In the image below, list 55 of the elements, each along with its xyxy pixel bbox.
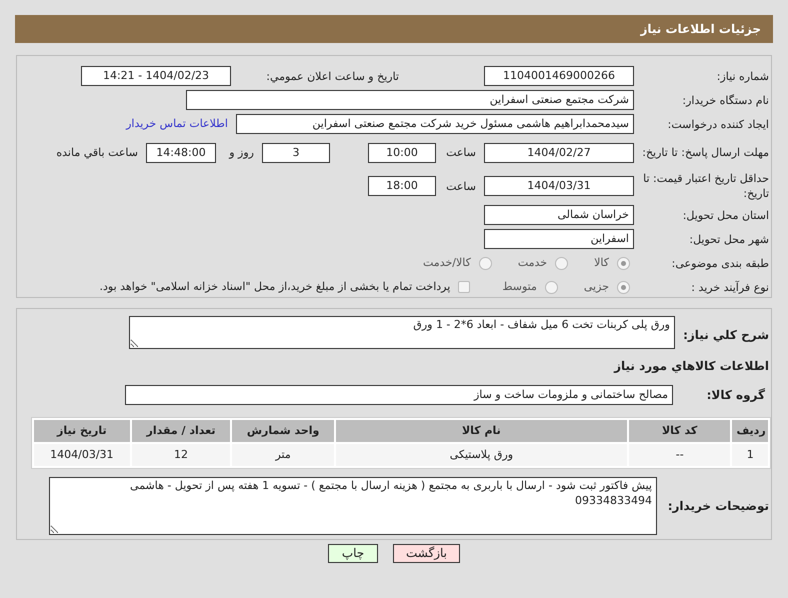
field-label: شماره نیاز: (716, 68, 769, 84)
text-field[interactable]: 1404/02/23 - 14:21 (81, 66, 231, 86)
buyer-notes-box[interactable]: پیش فاکتور ثبت شود - ارسال با باربری به مجتمع ( هزینه ارسال با مجتمع ) - تسویه 1 هفته پس از تحویل - هاشمی 09334833494 (49, 477, 657, 535)
field-label: ساعت (445, 145, 476, 160)
print-button[interactable]: چاپ (328, 544, 378, 563)
section-heading: اطلاعات كالاهاي مورد نياز (612, 358, 769, 375)
table-cell: 1404/03/31 (34, 444, 130, 466)
text-field[interactable]: 18:00 (368, 176, 436, 196)
option-label: خدمت (518, 254, 548, 271)
option-label: جزیی (584, 278, 609, 295)
field-label: روز و (228, 145, 254, 160)
text-field[interactable]: سیدمحمدابراهیم هاشمی مسئول خرید شرکت مجتمع صنعتی اسفراین (236, 114, 634, 134)
table-cell: 12 (132, 444, 230, 466)
option-label: متوسط (502, 278, 537, 295)
column-header: کد کالا (628, 420, 730, 442)
field-label: شرح كلي نياز: (683, 327, 769, 344)
text-field[interactable]: 10:00 (368, 142, 436, 163)
column-header: تاریخ نیاز (34, 420, 130, 442)
field-label: توضیحات خریدار: (666, 498, 769, 515)
back-button[interactable]: بازگشت (393, 544, 460, 563)
text-field[interactable]: 1104001469000266 (484, 66, 634, 86)
field-label: تاريخ و ساعت اعلان عمومي: (265, 68, 399, 84)
field-label: نوع فرآیند خرید : (690, 280, 769, 294)
page-title: جزئيات اطلاعات نياز (640, 21, 761, 38)
text-field[interactable]: اسفراین (484, 229, 634, 250)
field-label: گروه کالا: (706, 387, 766, 404)
table-cell: -- (628, 444, 730, 466)
option-label: کالا/خدمت (423, 254, 471, 271)
field-label: حداقل تاریخ اعتبار قیمت: تا تاریخ: (642, 171, 769, 202)
column-header: تعداد / مقدار (132, 420, 230, 442)
text-field[interactable]: مصالح ساختمانی و ملزومات ساخت و ساز (125, 385, 673, 405)
field-label: ساعت (445, 178, 476, 194)
text-field[interactable]: 1404/02/27 (484, 142, 634, 163)
field-label: مهلت ارسال پاسخ: تا تاریخ: (642, 145, 769, 160)
text-field[interactable]: 3 (262, 142, 330, 163)
field-label: شهر محل تحویل: (688, 232, 769, 247)
column-header: نام کالا (336, 420, 627, 442)
field-label: استان محل تحویل: (682, 208, 769, 223)
table-cell: متر (232, 444, 334, 466)
text-field[interactable]: خراسان شمالی (484, 205, 634, 226)
table-cell: ورق پلاستیکی (336, 444, 627, 466)
text-field[interactable]: شرکت مجتمع صنعتی اسفراین (186, 90, 634, 110)
column-header: ردیف (732, 420, 768, 442)
payment-note: پرداخت تمام یا بخشی از مبلغ خرید،از محل "اسناد خزانه اسلامی" خواهد بود. (100, 278, 450, 295)
field-label: طبقه بندی موضوعی: (670, 256, 769, 271)
table-cell: 1 (732, 444, 768, 466)
field-label: نام دستگاه خریدار: (681, 92, 769, 108)
option-label: کالا (594, 254, 609, 271)
column-header: واحد شمارش (232, 420, 334, 442)
text-field[interactable]: 14:48:00 (146, 142, 216, 163)
field-label: ساعت باقي مانده (55, 145, 138, 160)
field-label: ایجاد کننده درخواست: (666, 116, 769, 132)
buyer-contact-link[interactable]: اطلاعات تماس خریدار (126, 116, 228, 132)
description-box[interactable]: ورق پلی کربنات تخت 6 میل شفاف - ابعاد 6*2 - 1 ورق (129, 316, 675, 349)
text-field[interactable]: 1404/03/31 (484, 176, 634, 196)
